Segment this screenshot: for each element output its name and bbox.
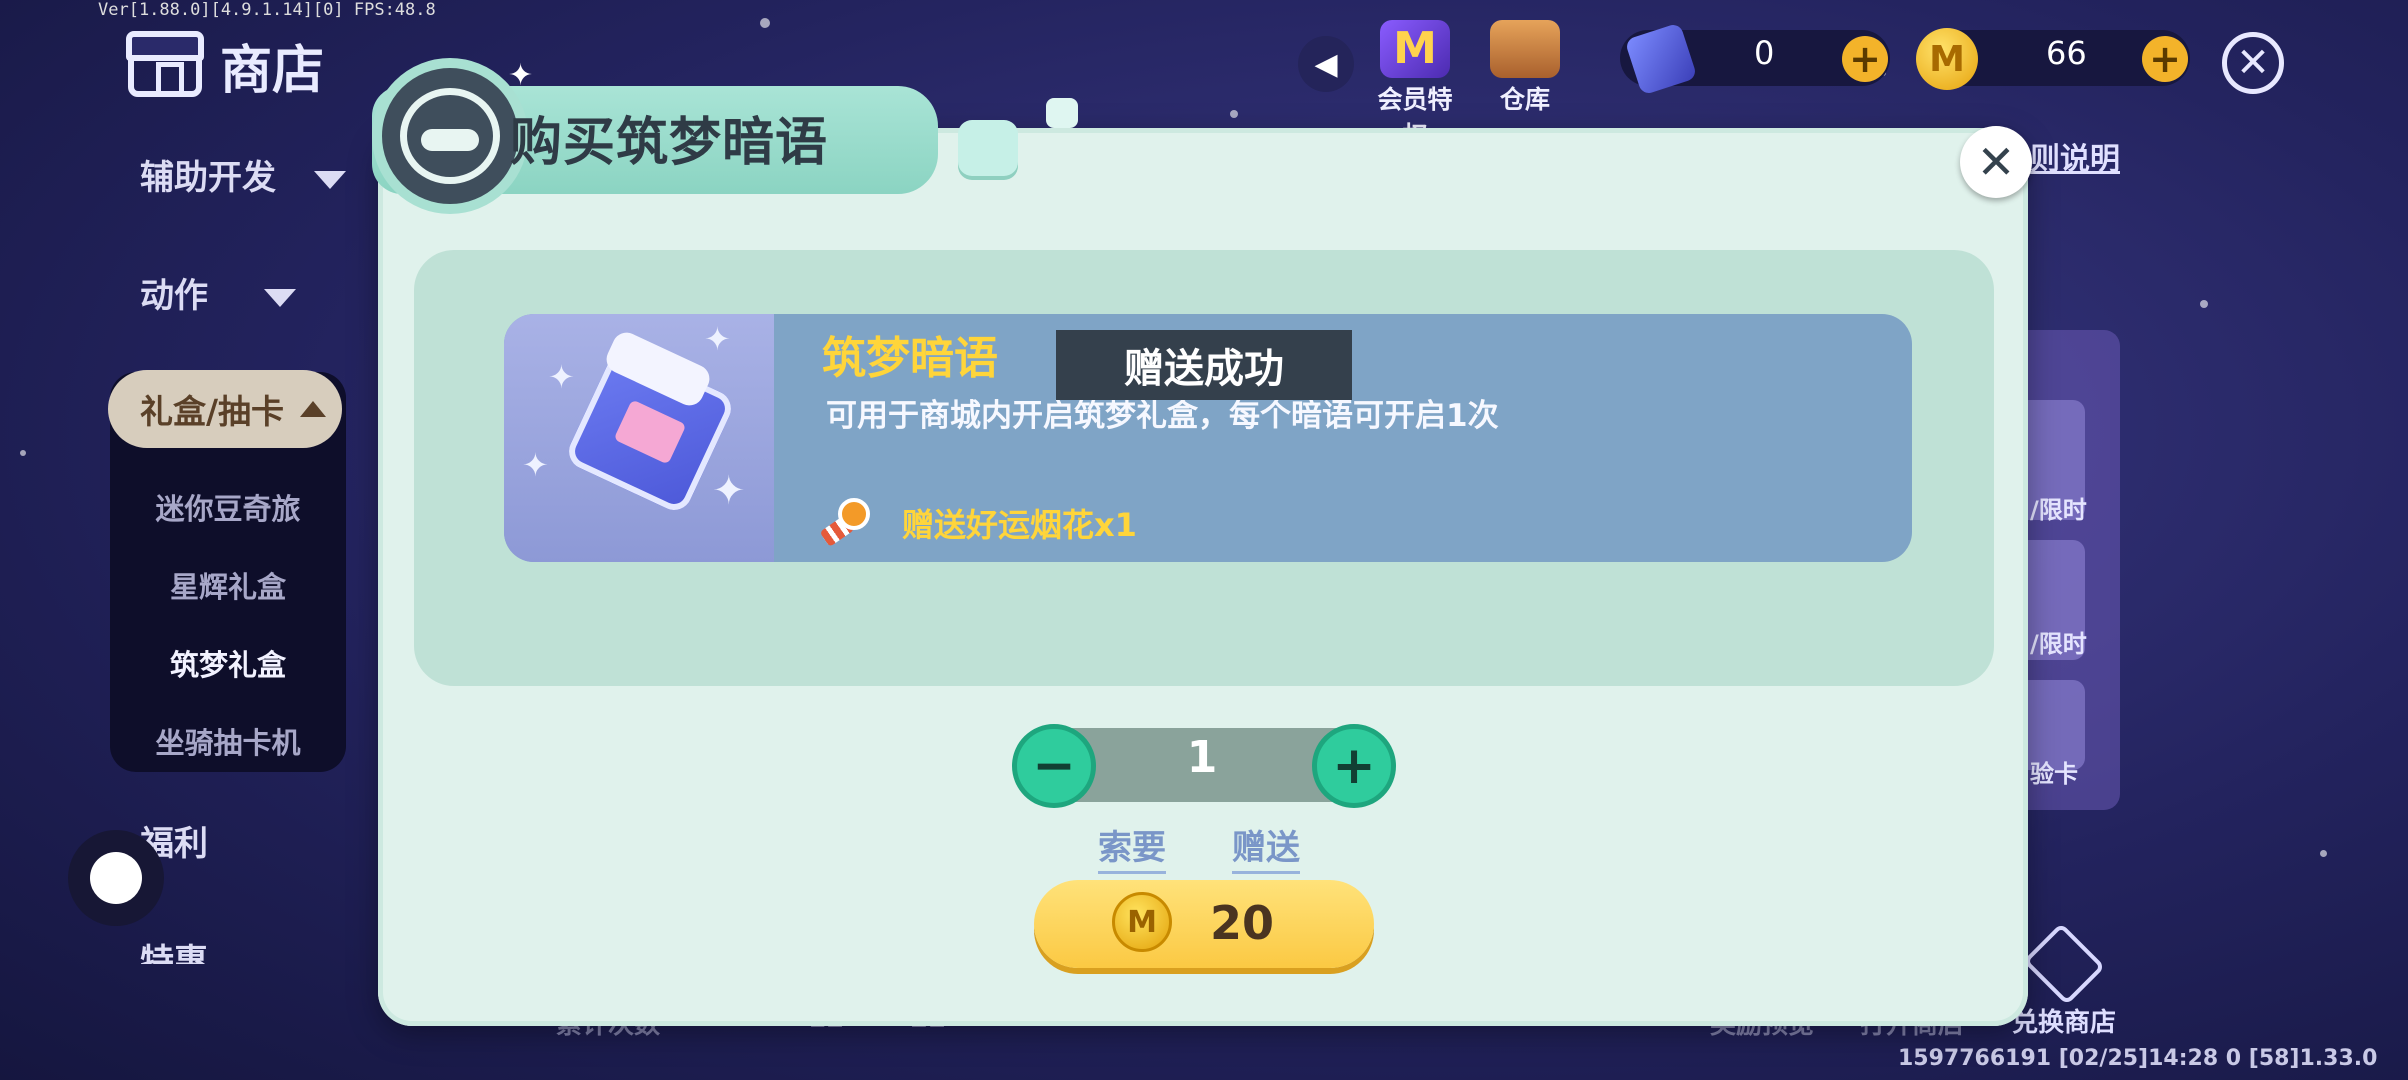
sidebar-item-action[interactable]: 动作 (140, 268, 296, 317)
item-name: 筑梦暗语 (822, 333, 998, 384)
storage-button[interactable]: 仓库 (1480, 20, 1570, 116)
bonus-text: 赠送好运烟花x1 (902, 506, 1137, 544)
sparkle-icon: ✦ (712, 468, 746, 514)
sidebar-subitem-mount-machine[interactable]: 坐骑抽卡机 (110, 720, 346, 762)
add-coin-button[interactable]: + (2142, 36, 2188, 82)
chevron-left-icon: ◀ (1314, 46, 1338, 82)
collapse-arrow-button[interactable]: ◀ (1298, 36, 1354, 92)
card-label: 验卡 (2030, 760, 2078, 788)
page-title: 商店 (220, 41, 325, 101)
footer-info: 1597766191 [02/25]14:28 0 [58]1.33.0 (1898, 1046, 2378, 1071)
sidebar-subitem-mini-bean[interactable]: 迷你豆奇旅 (110, 486, 346, 528)
sidebar-item-special[interactable]: 特惠 (140, 934, 208, 964)
star-decoration (760, 18, 770, 28)
increase-quantity-button[interactable]: + (1312, 724, 1396, 808)
request-link[interactable]: 索要 (1098, 820, 1166, 874)
close-icon: ✕ (1976, 135, 2016, 189)
chevron-up-icon (300, 401, 327, 417)
gift-link[interactable]: 赠送 (1232, 820, 1300, 874)
dialog-title: 购买筑梦暗语 (510, 113, 829, 173)
box-icon (1490, 20, 1560, 78)
coin-icon: M (1916, 28, 1978, 90)
firework-icon (819, 498, 870, 548)
star-decoration (2320, 850, 2327, 857)
character-icon (400, 88, 500, 184)
close-shop-button[interactable]: ✕ (2222, 32, 2284, 94)
sidebar-subitem-star-box[interactable]: 星辉礼盒 (110, 564, 346, 606)
limit-label: /限时 (2030, 496, 2087, 524)
decor-bubble (1046, 98, 1078, 128)
gift-icon (2022, 922, 2106, 1006)
quantity-value[interactable]: 1 (1052, 732, 1352, 783)
star-decoration (2200, 300, 2208, 308)
sidebar-label: 礼盒/抽卡 (140, 392, 285, 431)
star-decoration (1230, 110, 1238, 118)
sparkle-icon: ✦ (704, 320, 731, 358)
coin-count: 66 (2046, 34, 2087, 72)
coin-icon: M (1112, 892, 1172, 952)
close-icon: ✕ (2236, 40, 2270, 86)
ticket-count: 0 (1754, 34, 1775, 72)
chevron-down-icon (264, 288, 296, 307)
vip-icon: M (1380, 20, 1450, 78)
minus-icon: − (1032, 736, 1076, 796)
sparkle-icon: ✦ (548, 358, 575, 396)
storage-label: 仓库 (1499, 85, 1550, 114)
shop-icon (126, 30, 204, 97)
plus-icon: + (1332, 736, 1376, 796)
close-dialog-button[interactable]: ✕ (1960, 126, 2032, 198)
debug-overlay: Ver[1.88.0][4.9.1.14][0] FPS:48.8 (98, 0, 436, 20)
star-decoration (20, 450, 26, 456)
decor-bubble (958, 120, 1018, 176)
price-label: 20 (1210, 896, 1275, 950)
rules-link[interactable]: 则说明 (2030, 134, 2120, 178)
sidebar-item-giftbox[interactable]: 礼盒/抽卡 (108, 370, 342, 448)
circle-icon (90, 852, 142, 904)
sidebar-subitem-dream-box[interactable]: 筑梦礼盒 (110, 642, 346, 684)
decrease-quantity-button[interactable]: − (1012, 724, 1096, 808)
chevron-down-icon (314, 170, 346, 189)
sidebar-label: 动作 (140, 276, 208, 316)
limit-label: /限时 (2030, 630, 2087, 658)
avatar (372, 58, 528, 214)
add-ticket-button[interactable]: + (1842, 36, 1888, 82)
toast-message: 赠送成功 (1056, 330, 1352, 400)
floating-assist-button[interactable] (68, 830, 164, 926)
buy-button[interactable] (1034, 880, 1374, 968)
sidebar-label: 辅助开发 (140, 158, 276, 198)
sparkle-icon: ✦ (522, 446, 549, 484)
shop-header: 商店 (126, 28, 325, 103)
sidebar-item-dev-assist[interactable]: 辅助开发 (140, 150, 346, 199)
